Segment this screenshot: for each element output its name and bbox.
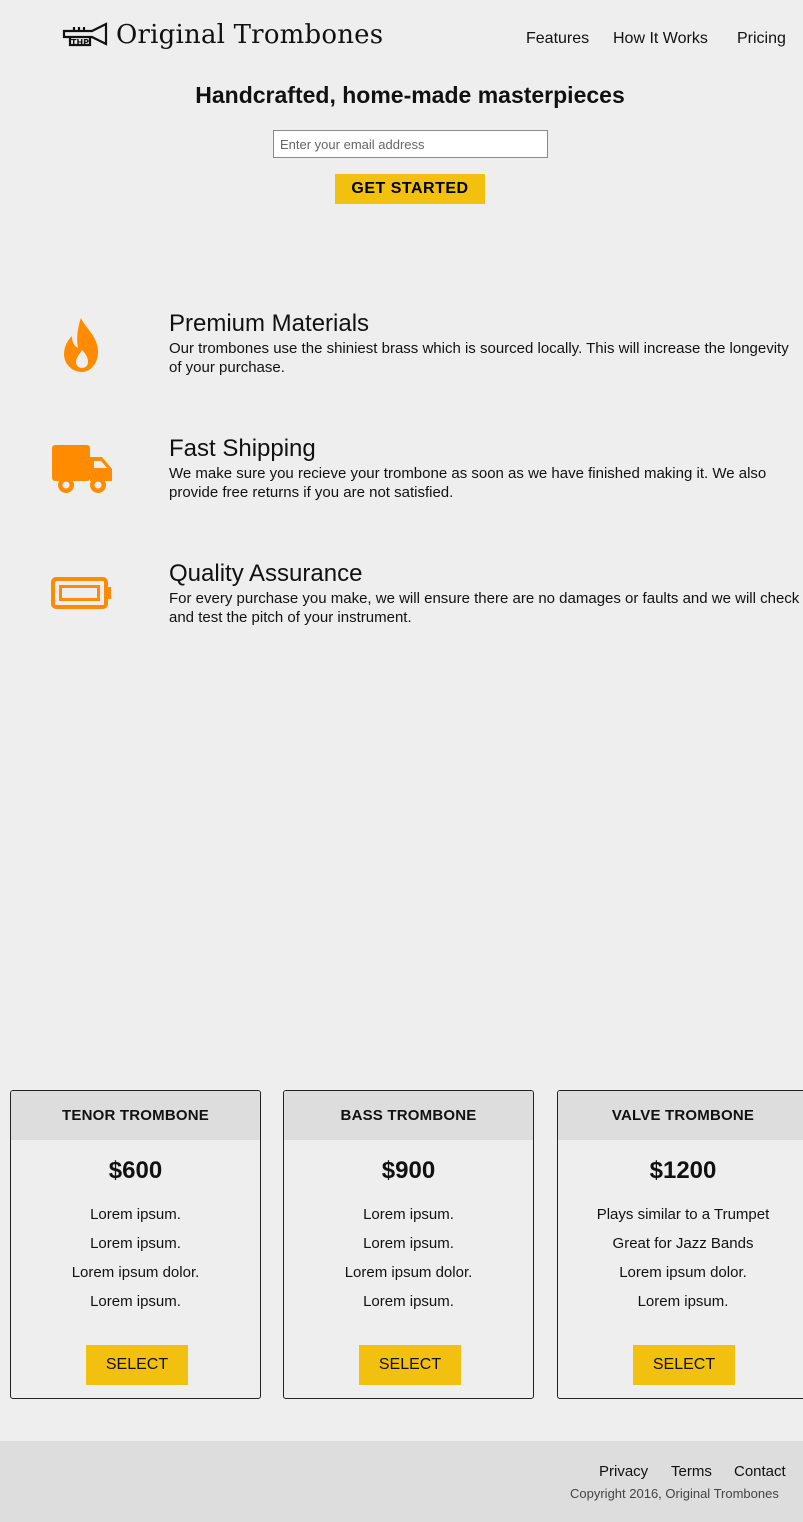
pricing-card-title: TENOR TROMBONE bbox=[11, 1091, 260, 1140]
list-item: Lorem ipsum dolor. bbox=[344, 1264, 473, 1281]
feature-fast-shipping: Fast Shipping We make sure you recieve y… bbox=[0, 435, 803, 515]
pricing-card-price: $1200 bbox=[649, 1157, 717, 1184]
footer-links: Privacy Terms Contact bbox=[0, 1462, 803, 1482]
nav-link-how-it-works[interactable]: How It Works bbox=[613, 29, 708, 49]
pricing-feature-list: Plays similar to a Trumpet Great for Jaz… bbox=[558, 1200, 803, 1316]
battery-icon bbox=[51, 577, 111, 609]
site-header: THP Original Trombones Features How It W… bbox=[0, 0, 803, 72]
feature-text: Our trombones use the shiniest brass whi… bbox=[169, 340, 789, 376]
nav-link-pricing[interactable]: Pricing bbox=[737, 29, 786, 49]
list-item: Lorem ipsum. bbox=[90, 1293, 181, 1310]
pricing-card-price: $900 bbox=[381, 1157, 436, 1184]
copyright-text: Copyright 2016, Original Trombones bbox=[570, 1486, 779, 1501]
feature-title: Premium Materials bbox=[169, 310, 370, 337]
list-item: Lorem ipsum. bbox=[363, 1206, 454, 1223]
pricing-feature-list: Lorem ipsum. Lorem ipsum. Lorem ipsum do… bbox=[284, 1200, 533, 1316]
pricing-card-title: VALVE TROMBONE bbox=[558, 1091, 803, 1140]
list-item: Lorem ipsum. bbox=[637, 1293, 729, 1310]
nav-link-features[interactable]: Features bbox=[526, 29, 589, 49]
fire-icon bbox=[64, 318, 98, 372]
list-item: Lorem ipsum. bbox=[363, 1293, 454, 1310]
pricing-card-title: BASS TROMBONE bbox=[284, 1091, 533, 1140]
footer-link-privacy[interactable]: Privacy bbox=[599, 1462, 648, 1482]
hero-title: Handcrafted, home-made masterpieces bbox=[195, 82, 625, 108]
pricing-card-valve: VALVE TROMBONE $1200 Plays similar to a … bbox=[557, 1090, 803, 1399]
feature-premium-materials: Premium Materials Our trombones use the … bbox=[0, 310, 803, 390]
footer-link-terms[interactable]: Terms bbox=[671, 1462, 712, 1482]
pricing-card-price: $600 bbox=[108, 1157, 163, 1184]
list-item: Lorem ipsum dolor. bbox=[619, 1264, 747, 1281]
feature-title: Fast Shipping bbox=[169, 435, 316, 462]
list-item: Plays similar to a Trumpet bbox=[596, 1206, 770, 1223]
list-item: Great for Jazz Bands bbox=[612, 1235, 754, 1252]
feature-text: We make sure you recieve your trombone a… bbox=[169, 465, 767, 501]
select-tenor-button[interactable]: SELECT bbox=[86, 1345, 188, 1385]
get-started-button[interactable]: GET STARTED bbox=[335, 174, 485, 204]
pricing-feature-list: Lorem ipsum. Lorem ipsum. Lorem ipsum do… bbox=[11, 1200, 260, 1316]
list-item: Lorem ipsum. bbox=[90, 1206, 181, 1223]
select-valve-button[interactable]: SELECT bbox=[633, 1345, 735, 1385]
truck-icon bbox=[52, 445, 112, 493]
pricing-card-bass: BASS TROMBONE $900 Lorem ipsum. Lorem ip… bbox=[283, 1090, 534, 1399]
list-item: Lorem ipsum. bbox=[90, 1235, 181, 1252]
list-item: Lorem ipsum. bbox=[363, 1235, 454, 1252]
pricing-card-tenor: TENOR TROMBONE $600 Lorem ipsum. Lorem i… bbox=[10, 1090, 261, 1399]
main-nav: Features How It Works Pricing bbox=[0, 29, 803, 49]
select-bass-button[interactable]: SELECT bbox=[359, 1345, 461, 1385]
email-input[interactable] bbox=[273, 130, 548, 158]
list-item: Lorem ipsum dolor. bbox=[71, 1264, 200, 1281]
footer-link-contact[interactable]: Contact bbox=[734, 1462, 786, 1482]
site-footer: Privacy Terms Contact Copyright 2016, Or… bbox=[0, 1441, 803, 1522]
feature-quality-assurance: Quality Assurance For every purchase you… bbox=[0, 560, 803, 640]
feature-title: Quality Assurance bbox=[169, 560, 363, 587]
feature-text: For every purchase you make, we will ens… bbox=[169, 590, 800, 626]
